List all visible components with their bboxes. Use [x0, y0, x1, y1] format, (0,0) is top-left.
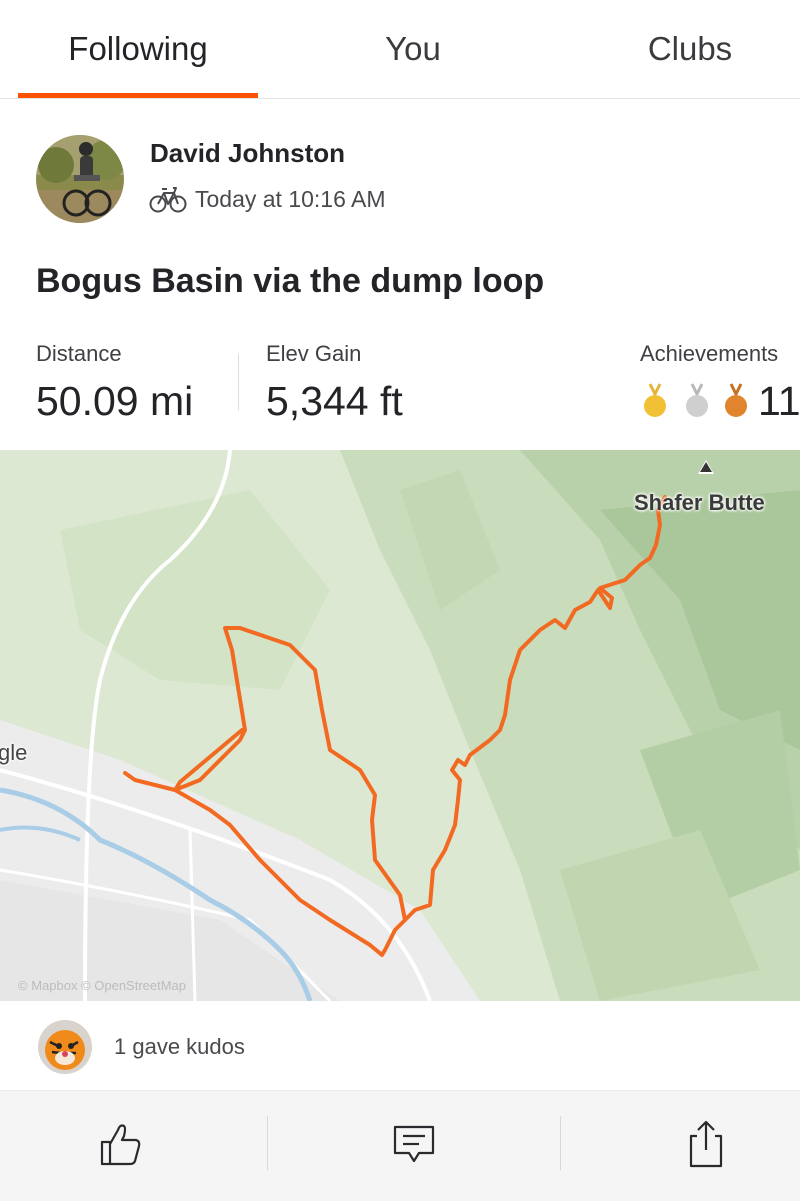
athlete-avatar[interactable]: [36, 135, 124, 223]
bronze-medal-icon: [725, 383, 747, 417]
activity-title[interactable]: Bogus Basin via the dump loop: [36, 262, 544, 301]
kudos-avatar[interactable]: [38, 1020, 92, 1074]
athlete-name[interactable]: David Johnston: [150, 138, 345, 169]
distance-label: Distance: [36, 341, 122, 366]
kudos-text[interactable]: 1 gave kudos: [114, 1034, 245, 1060]
elev-gain-label: Elev Gain: [266, 341, 362, 366]
action-divider: [560, 1116, 561, 1170]
kudos-button[interactable]: [84, 1108, 156, 1180]
tab-you[interactable]: You: [293, 0, 533, 98]
achievements-count: 11: [758, 378, 800, 424]
bike-icon: [149, 184, 187, 214]
activity-timestamp: Today at 10:16 AM: [195, 186, 386, 212]
active-tab-indicator: [18, 93, 258, 98]
comment-icon: [393, 1125, 435, 1163]
peak-label: Shafer Butte: [634, 490, 765, 515]
thumbs-up-icon: [100, 1124, 141, 1166]
elev-gain-value: 5,344 ft: [266, 378, 403, 424]
map-attribution[interactable]: © Mapbox © OpenStreetMap: [18, 978, 186, 993]
share-button[interactable]: [670, 1108, 742, 1180]
action-divider: [267, 1116, 268, 1170]
achievements-label: Achievements: [640, 341, 779, 366]
town-label: gle: [0, 740, 28, 765]
silver-medal-icon: [686, 383, 708, 417]
gold-medal-icon: [644, 383, 666, 417]
tab-clubs[interactable]: Clubs: [570, 0, 800, 98]
tab-following[interactable]: Following: [18, 0, 258, 98]
feed-tabs: Following You Clubs: [0, 0, 800, 99]
distance-value: 50.09 mi: [36, 378, 194, 424]
comment-button[interactable]: [378, 1108, 450, 1180]
share-icon: [689, 1120, 723, 1168]
route-map[interactable]: Shafer Butte gle: [0, 450, 800, 1001]
stat-divider: [238, 354, 239, 410]
